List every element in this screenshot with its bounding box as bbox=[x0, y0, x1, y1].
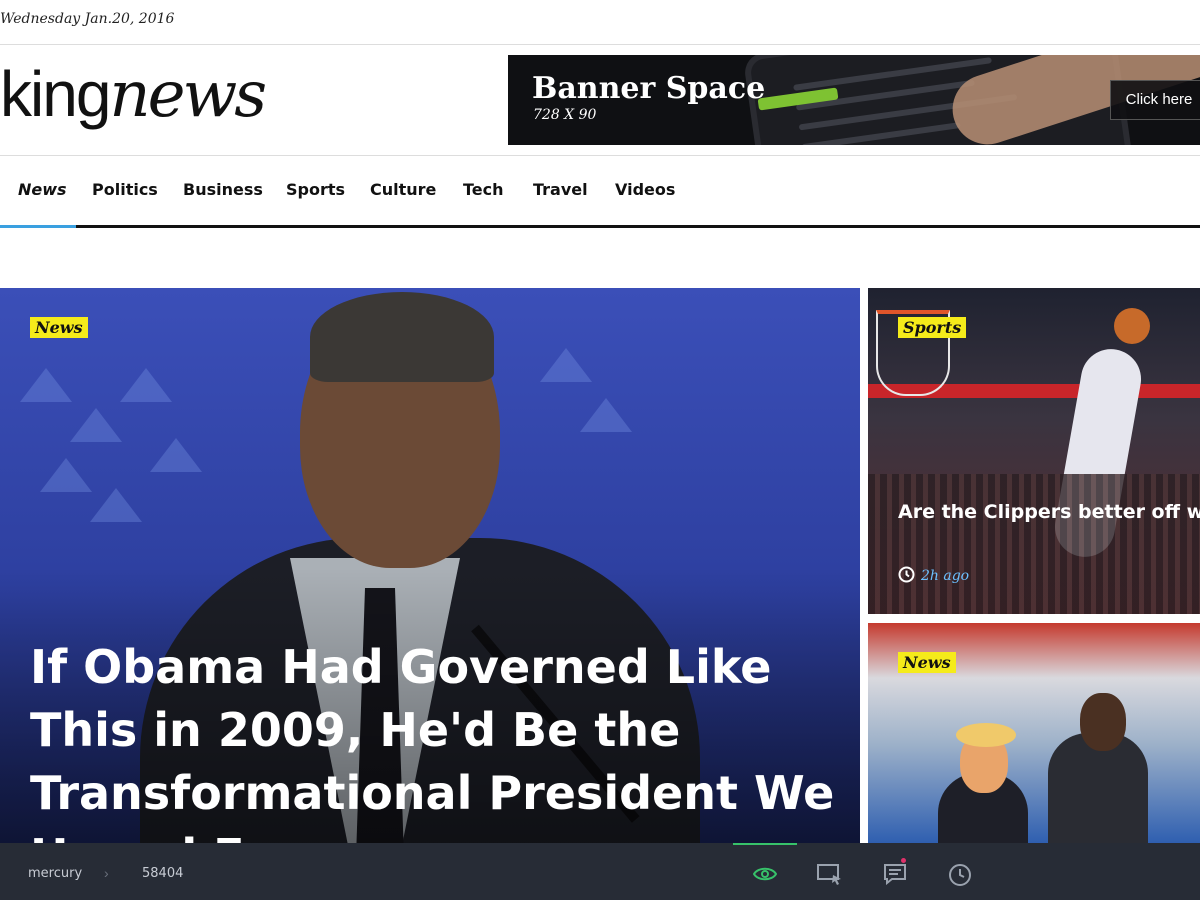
history-button[interactable] bbox=[928, 843, 992, 900]
logo-news: news bbox=[109, 58, 267, 132]
hero-article[interactable]: News If Obama Had Governed Like This in … bbox=[0, 288, 860, 843]
side-category-tag[interactable]: Sports bbox=[898, 317, 967, 338]
breadcrumb-id[interactable]: 58404 bbox=[142, 866, 183, 881]
notification-dot bbox=[901, 858, 906, 863]
banner-size: 728 X 90 bbox=[533, 107, 597, 123]
hero-category-tag[interactable]: News bbox=[30, 317, 88, 338]
clock-icon bbox=[898, 566, 915, 583]
nav-travel[interactable]: Travel bbox=[533, 180, 588, 199]
comment-icon bbox=[884, 864, 906, 885]
site-logo[interactable]: kingnews bbox=[0, 58, 267, 132]
banner-click-button[interactable]: Click here bbox=[1110, 80, 1200, 120]
comments-button[interactable] bbox=[863, 843, 927, 900]
nav-news[interactable]: News bbox=[18, 180, 67, 199]
eye-icon bbox=[753, 867, 777, 881]
breadcrumb-app[interactable]: mercury bbox=[28, 866, 82, 881]
banner-ad[interactable]: Banner Space 728 X 90 Click here bbox=[508, 55, 1200, 145]
nav-business[interactable]: Business bbox=[183, 180, 263, 199]
side-article-news[interactable]: News bbox=[868, 623, 1200, 843]
nav-tech[interactable]: Tech bbox=[463, 180, 504, 199]
screen-cursor-icon bbox=[817, 864, 841, 885]
nav-culture[interactable]: Culture bbox=[370, 180, 436, 199]
nav-politics[interactable]: Politics bbox=[92, 180, 158, 199]
nav-sports[interactable]: Sports bbox=[286, 180, 345, 199]
top-bar: Wednesday Jan.20, 2016 bbox=[0, 0, 1200, 45]
side-article-sports[interactable]: Sports Are the Clippers better off witho… bbox=[868, 288, 1200, 614]
bottom-toolbar: mercury › 58404 bbox=[0, 843, 1200, 900]
basketball-image bbox=[1114, 308, 1150, 344]
screen-select-button[interactable] bbox=[797, 843, 861, 900]
view-button[interactable] bbox=[733, 843, 797, 900]
nav-active-indicator bbox=[0, 225, 76, 228]
hero-title[interactable]: If Obama Had Governed Like This in 2009,… bbox=[30, 636, 840, 843]
logo-king: king bbox=[0, 58, 111, 130]
chevron-right-icon: › bbox=[104, 865, 109, 881]
nav-videos[interactable]: Videos bbox=[615, 180, 675, 199]
time-text: 2h ago bbox=[921, 568, 970, 584]
banner-title: Banner Space bbox=[532, 71, 766, 106]
main-nav: News Politics Business Sports Culture Te… bbox=[0, 156, 1200, 228]
side-category-tag[interactable]: News bbox=[898, 652, 956, 673]
side-article-title[interactable]: Are the Clippers better off without Blak… bbox=[898, 500, 1200, 525]
site-header: kingnews Banner Space 728 X 90 Click her… bbox=[0, 45, 1200, 156]
date-text: Wednesday Jan.20, 2016 bbox=[0, 11, 175, 27]
clock-icon bbox=[949, 864, 971, 886]
side-article-time: 2h ago bbox=[898, 566, 969, 584]
